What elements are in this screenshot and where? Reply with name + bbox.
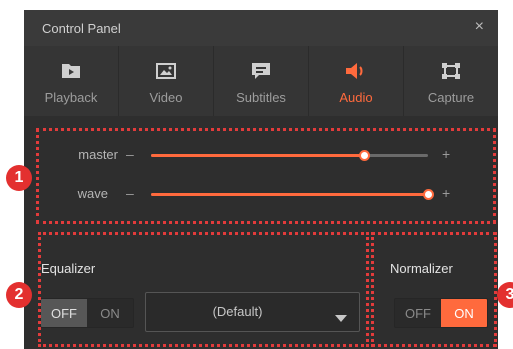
equalizer-off-option[interactable]: OFF xyxy=(41,299,87,327)
callout-badge-1: 1 xyxy=(6,165,32,191)
tab-capture[interactable]: Capture xyxy=(404,46,498,116)
increase-icon[interactable]: + xyxy=(442,146,450,162)
close-icon[interactable]: × xyxy=(475,18,484,36)
callout-badge-3: 3 xyxy=(497,282,513,308)
tab-bar: Playback Video Subtitles Audio Capture xyxy=(24,46,498,116)
normalizer-on-option[interactable]: ON xyxy=(441,299,487,327)
decrease-icon[interactable]: – xyxy=(126,185,134,201)
callout-badge-2: 2 xyxy=(6,282,32,308)
volume-thumb[interactable] xyxy=(423,189,434,200)
window-title: Control Panel xyxy=(42,21,121,36)
equalizer-toggle[interactable]: OFF ON xyxy=(40,298,134,328)
equalizer-on-option[interactable]: ON xyxy=(87,299,133,327)
slider-label: master xyxy=(78,147,118,162)
capture-icon xyxy=(440,60,462,82)
playback-icon xyxy=(60,60,82,82)
volume-thumb[interactable] xyxy=(359,150,371,161)
image-icon xyxy=(155,60,177,82)
normalizer-title: Normalizer xyxy=(390,261,453,276)
title-bar: Control Panel × xyxy=(24,10,498,46)
preset-value: (Default) xyxy=(212,304,263,319)
equalizer-preset-select[interactable]: (Default) xyxy=(145,292,360,332)
tab-playback[interactable]: Playback xyxy=(24,46,119,116)
tab-subtitles[interactable]: Subtitles xyxy=(214,46,309,116)
tab-label: Audio xyxy=(339,90,373,105)
increase-icon[interactable]: + xyxy=(442,185,450,201)
tab-audio[interactable]: Audio xyxy=(309,46,404,116)
volume-fill xyxy=(151,193,428,196)
tab-label: Subtitles xyxy=(236,90,286,105)
tab-label: Playback xyxy=(44,90,98,105)
decrease-icon[interactable]: – xyxy=(126,146,134,162)
normalizer-toggle[interactable]: OFF ON xyxy=(394,298,488,328)
equalizer-title: Equalizer xyxy=(41,261,96,276)
slider-label: wave xyxy=(77,186,108,201)
subtitles-icon xyxy=(250,60,272,82)
volume-track-master[interactable] xyxy=(151,150,428,161)
tab-label: Video xyxy=(149,90,183,105)
volume-fill xyxy=(151,154,365,157)
tab-video[interactable]: Video xyxy=(119,46,214,116)
chevron-down-icon xyxy=(335,309,347,327)
speaker-icon xyxy=(344,60,368,82)
volume-track-wave[interactable] xyxy=(151,189,434,200)
normalizer-off-option[interactable]: OFF xyxy=(395,299,441,327)
tab-label: Capture xyxy=(427,90,475,105)
slider-wave: wave – + xyxy=(24,184,498,204)
slider-master: master – + xyxy=(24,145,498,165)
